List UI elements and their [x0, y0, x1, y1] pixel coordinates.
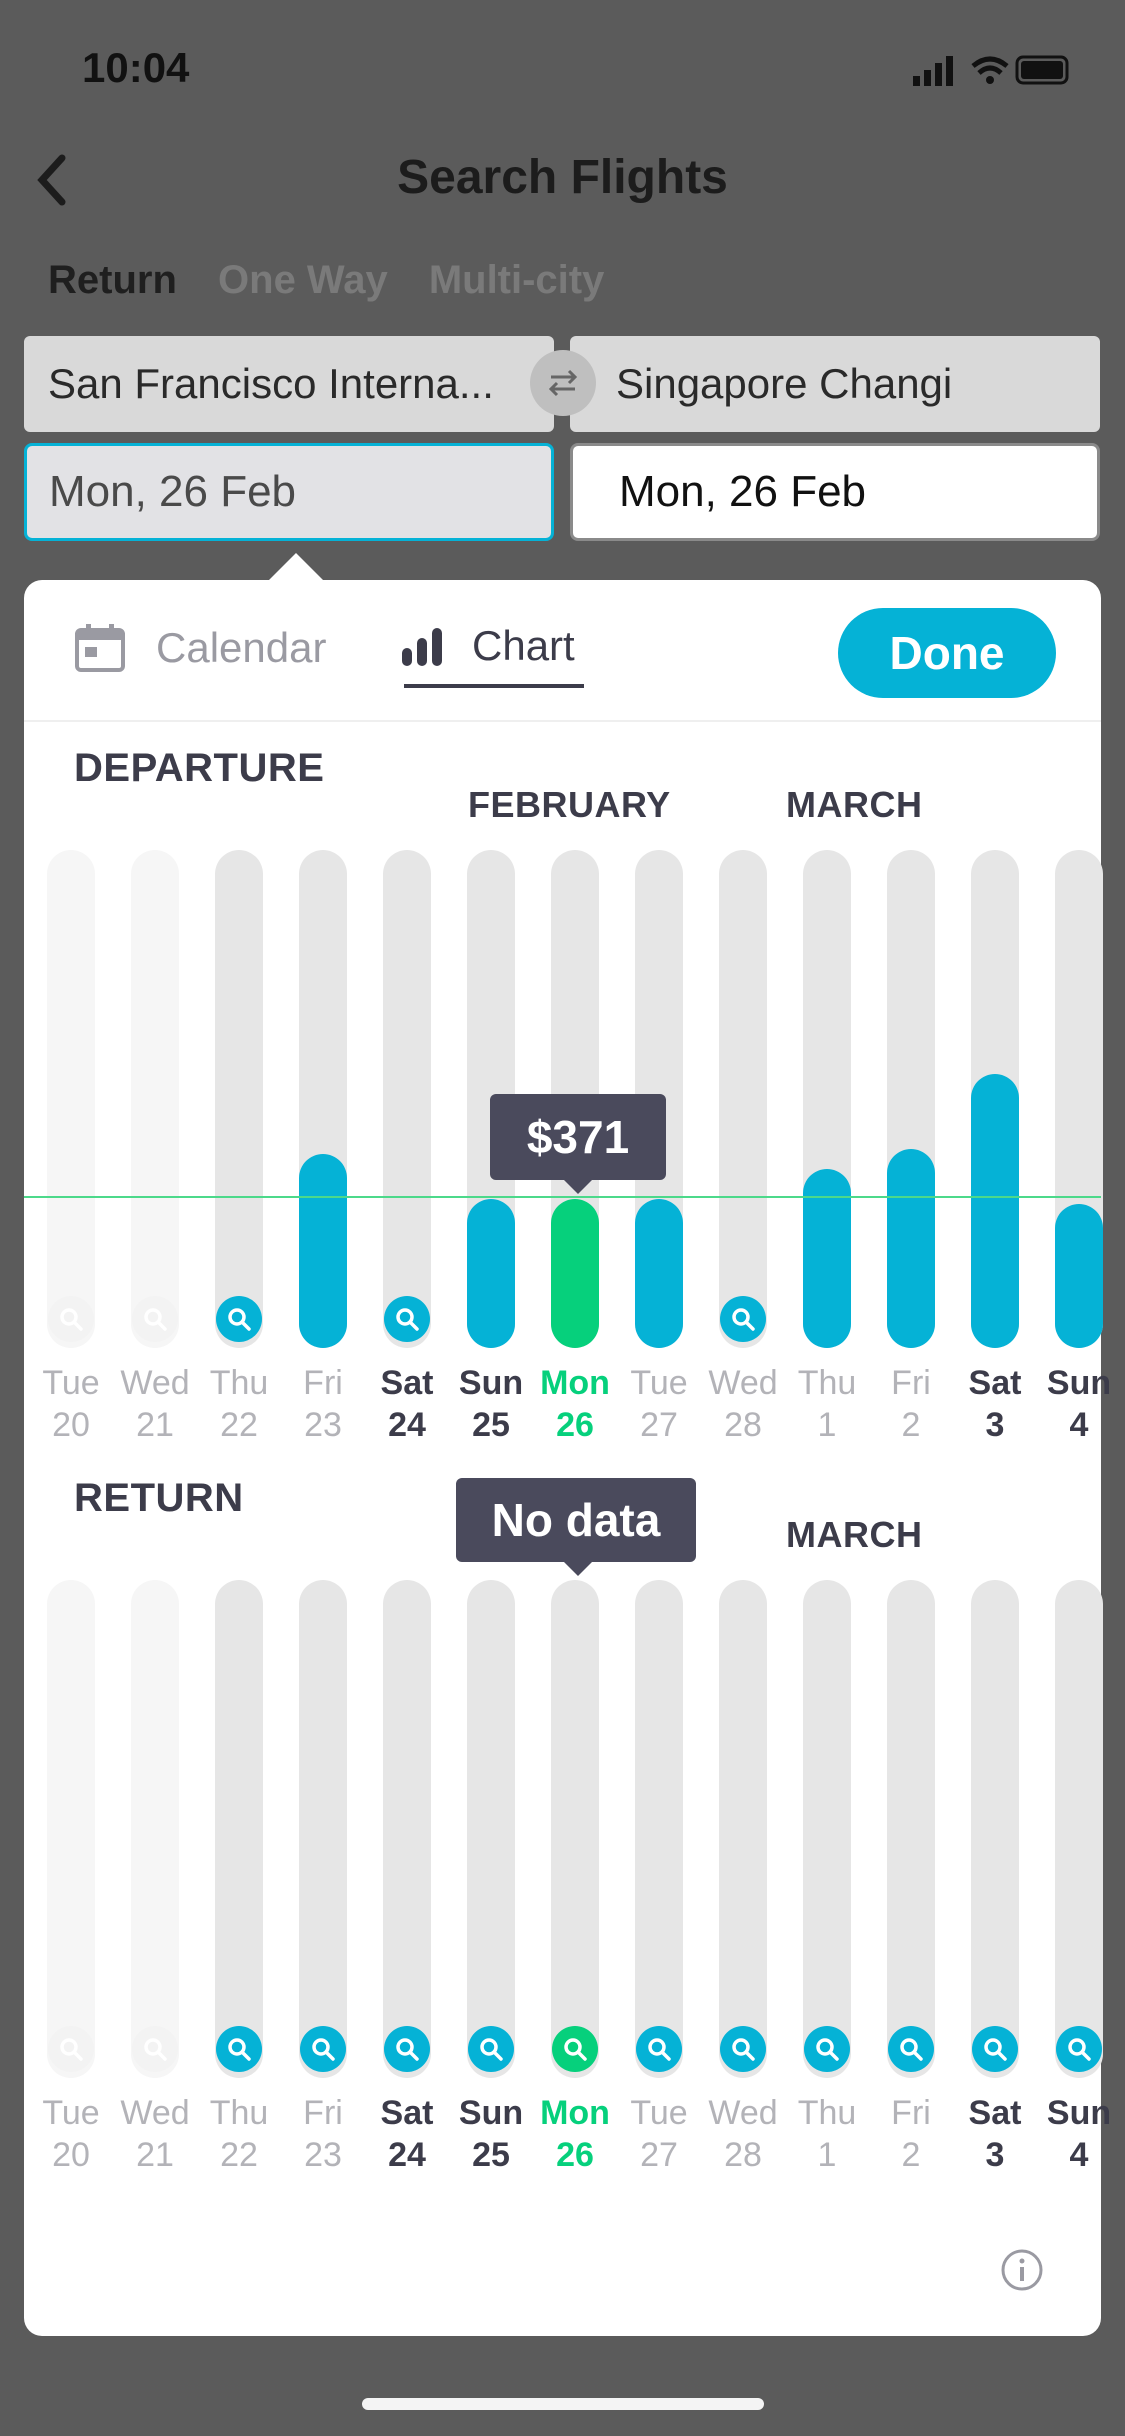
day-number: 22: [220, 2136, 258, 2174]
date-popover: Calendar Chart Done DEPARTURE FEBRUARY M…: [24, 580, 1111, 2336]
day-of-week: Tue: [42, 2094, 100, 2132]
day-of-week: Sun: [458, 2094, 524, 2132]
day-label[interactable]: Thu 1: [782, 2092, 872, 2176]
search-price-icon[interactable]: [300, 2026, 346, 2072]
status-time: 10:04: [82, 44, 190, 91]
origin-field[interactable]: San Francisco Interna...: [24, 336, 554, 432]
depart-date-field[interactable]: Mon, 26 Feb: [24, 443, 554, 541]
chart-track[interactable]: [719, 1580, 767, 2078]
day-number: 27: [640, 2136, 678, 2174]
day-of-week: Fri: [891, 2094, 931, 2132]
return-chart: Tue 20 Wed 21 Thu 22 Fri 23 Sat 24 Sun 25 Mon 26 Tue 27…: [24, 580, 1111, 2280]
return-no-data-tooltip: No data: [456, 1478, 696, 1562]
search-price-icon[interactable]: [552, 2026, 598, 2072]
chart-track[interactable]: [215, 1580, 263, 2078]
day-label[interactable]: Sun 4: [1034, 2092, 1124, 2176]
day-number: 2: [901, 2136, 921, 2174]
depart-date-value: Mon, 26 Feb: [49, 467, 297, 516]
day-label[interactable]: Sat 24: [362, 2092, 452, 2176]
day-label[interactable]: Mon 26: [530, 2092, 620, 2176]
info-icon[interactable]: [1000, 2248, 1044, 2292]
day-label[interactable]: Fri 23: [278, 2092, 368, 2176]
chart-track[interactable]: [299, 1580, 347, 2078]
day-number: 21: [136, 2136, 174, 2174]
chart-track[interactable]: [1055, 1580, 1103, 2078]
search-price-icon[interactable]: [48, 2026, 94, 2072]
status-icons: [913, 55, 1069, 86]
destination-field[interactable]: Singapore Changi: [570, 336, 1100, 432]
chart-track[interactable]: [803, 1580, 851, 2078]
day-number: 24: [388, 2136, 426, 2174]
chart-track[interactable]: [551, 1580, 599, 2078]
search-price-icon[interactable]: [1056, 2026, 1102, 2072]
trip-type-tabs: Return One Way Multi-city: [48, 258, 634, 303]
chart-track[interactable]: [635, 1580, 683, 2078]
day-of-week: Tue: [630, 2094, 688, 2132]
tab-return[interactable]: Return: [48, 258, 177, 302]
day-label[interactable]: Tue 27: [614, 2092, 704, 2176]
day-of-week: Wed: [120, 2094, 190, 2132]
search-price-icon[interactable]: [888, 2026, 934, 2072]
day-label[interactable]: Sun 25: [446, 2092, 536, 2176]
day-of-week: Sat: [380, 2094, 434, 2132]
popover-arrow: [268, 553, 324, 581]
chart-track[interactable]: [971, 1580, 1019, 2078]
chart-track[interactable]: [383, 1580, 431, 2078]
day-label[interactable]: Wed 28: [698, 2092, 788, 2176]
return-tooltip-text: No data: [491, 1494, 661, 1546]
day-number: 25: [472, 2136, 510, 2174]
day-number: 1: [817, 2136, 837, 2174]
tab-one-way[interactable]: One Way: [218, 258, 388, 302]
tab-multi-city[interactable]: Multi-city: [429, 258, 605, 302]
search-price-icon[interactable]: [636, 2026, 682, 2072]
search-price-icon[interactable]: [216, 2026, 262, 2072]
search-price-icon[interactable]: [720, 2026, 766, 2072]
origin-value: San Francisco Interna...: [48, 360, 494, 407]
return-date-value: Mon, 26 Feb: [619, 467, 867, 516]
chart-track[interactable]: [131, 1580, 179, 2078]
day-number: 4: [1069, 2136, 1089, 2174]
day-of-week: Fri: [303, 2094, 343, 2132]
page-title: Search Flights: [397, 151, 728, 204]
day-label[interactable]: Thu 22: [194, 2092, 284, 2176]
swap-icon[interactable]: [530, 350, 596, 416]
day-of-week: Wed: [708, 2094, 778, 2132]
day-number: 26: [556, 2136, 594, 2174]
return-tooltip-caret: [562, 1560, 594, 1576]
day-label[interactable]: Wed 21: [110, 2092, 200, 2176]
day-number: 23: [304, 2136, 342, 2174]
day-of-week: Sat: [968, 2094, 1022, 2132]
chart-track[interactable]: [47, 1580, 95, 2078]
day-label[interactable]: Tue 20: [26, 2092, 116, 2176]
home-indicator: [362, 2398, 764, 2410]
day-of-week: Thu: [209, 2094, 269, 2132]
search-price-icon[interactable]: [468, 2026, 514, 2072]
day-label[interactable]: Sat 3: [950, 2092, 1040, 2176]
day-number: 3: [985, 2136, 1005, 2174]
day-of-week: Thu: [797, 2094, 857, 2132]
search-price-icon[interactable]: [384, 2026, 430, 2072]
chart-track[interactable]: [887, 1580, 935, 2078]
day-of-week: Sun: [1046, 2094, 1112, 2132]
search-price-icon[interactable]: [972, 2026, 1018, 2072]
destination-value: Singapore Changi: [616, 360, 953, 407]
search-price-icon[interactable]: [804, 2026, 850, 2072]
return-date-field[interactable]: Mon, 26 Feb: [570, 443, 1100, 541]
day-of-week: Mon: [540, 2094, 610, 2132]
day-number: 20: [52, 2136, 90, 2174]
search-price-icon[interactable]: [132, 2026, 178, 2072]
chart-track[interactable]: [467, 1580, 515, 2078]
day-label[interactable]: Fri 2: [866, 2092, 956, 2176]
day-number: 28: [724, 2136, 762, 2174]
